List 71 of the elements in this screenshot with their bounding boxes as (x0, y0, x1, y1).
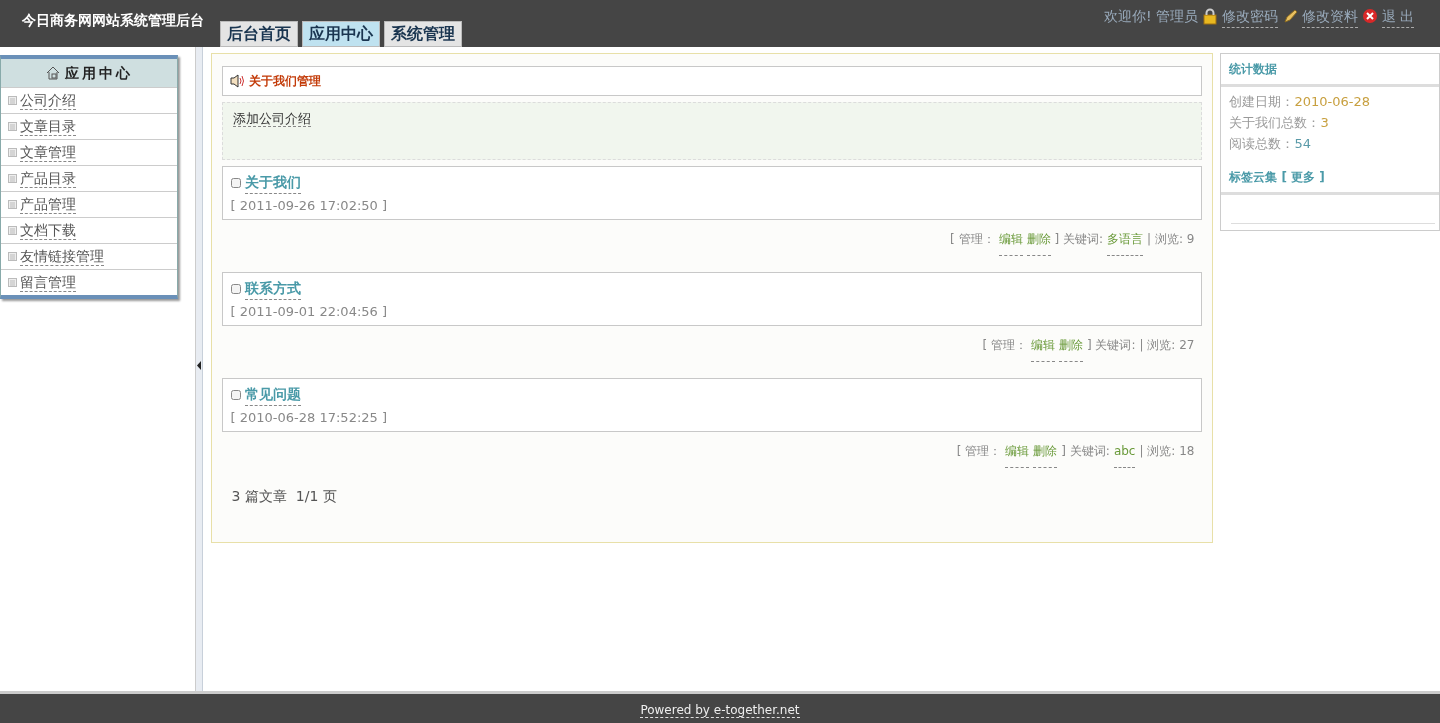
stat-label: 阅读总数： (1229, 135, 1295, 153)
add-link[interactable]: 添加公司介绍 (232, 111, 311, 127)
sidebar-link[interactable]: 产品目录 (20, 169, 76, 188)
manage-label: [ 管理： (956, 443, 1002, 460)
sidebar-link[interactable]: 友情链接管理 (20, 247, 104, 266)
stat-label: 关于我们总数： (1229, 114, 1321, 132)
stat-value: 2010-06-28 (1294, 93, 1370, 111)
header-link[interactable]: 退 出 (1381, 6, 1414, 28)
sidebar-link[interactable]: 文档下载 (20, 221, 76, 240)
view-count: | 浏览: 9 (1147, 231, 1195, 248)
edit-link[interactable]: 编辑 (1005, 442, 1030, 468)
home-icon (45, 65, 61, 81)
pencil-icon (1281, 8, 1298, 25)
section-title: 关于我们管理 (248, 73, 321, 90)
keyword-label: ] 关键词: (1086, 337, 1136, 354)
welcome-text: 欢迎你! (1103, 7, 1152, 26)
bullet-icon (8, 148, 17, 157)
bullet-icon (8, 96, 17, 105)
collapse-arrow-icon (196, 361, 202, 370)
article-link[interactable]: 关于我们 (244, 172, 301, 194)
more-link[interactable]: [ 更多 ] (1281, 168, 1325, 186)
sidebar-link[interactable]: 公司介绍 (20, 91, 76, 110)
bullet-icon (8, 174, 17, 183)
stats-title: 统计数据 (1221, 54, 1439, 87)
article-date: [ 2011-09-01 22:04:56 ] (230, 303, 389, 321)
tags-title: 标签云集 (1229, 169, 1278, 186)
keyword-link[interactable]: abc (1113, 442, 1136, 468)
sidebar-link[interactable]: 留言管理 (20, 273, 76, 292)
article-date: [ 2010-06-28 17:52:25 ] (230, 409, 389, 427)
sidebar-title: 应用中心 (65, 64, 133, 83)
nav-tab[interactable]: 后台首页 (220, 21, 298, 47)
sidebar-link[interactable]: 文章目录 (20, 117, 76, 136)
checkbox-icon (230, 178, 241, 188)
article-date: [ 2011-09-26 17:02:50 ] (230, 197, 389, 215)
bullet-icon (8, 200, 17, 209)
delete-link[interactable]: 删除 (1033, 442, 1058, 468)
manage-label: [ 管理： (982, 337, 1027, 354)
bullet-icon (8, 226, 17, 235)
bullet-icon (8, 122, 17, 131)
nav-tab[interactable]: 应用中心 (302, 21, 380, 47)
keyword-link[interactable]: 多语言 (1107, 230, 1144, 256)
stat-value: 3 (1320, 114, 1329, 132)
nav-tab[interactable]: 系统管理 (384, 21, 462, 47)
speaker-icon (228, 73, 245, 89)
stat-value: 54 (1294, 135, 1311, 153)
pager-text: 3 篇文章 1/1 页 (231, 487, 337, 506)
stat-label: 创建日期： (1229, 93, 1295, 111)
keyword-label: ] 关键词: (1054, 231, 1104, 248)
site-title: 今日商务网网站系统管理后台 (21, 11, 204, 30)
user-name: 管理员 (1155, 7, 1198, 26)
checkbox-icon (230, 284, 241, 294)
header-link[interactable]: 修改密码 (1221, 6, 1278, 28)
edit-link[interactable]: 编辑 (1030, 336, 1055, 362)
bullet-icon (8, 252, 17, 261)
close-icon (1361, 8, 1378, 25)
article-link[interactable]: 常见问题 (244, 384, 301, 406)
edit-link[interactable]: 编辑 (998, 230, 1023, 256)
keyword-label: ] 关键词: (1061, 443, 1110, 460)
delete-link[interactable]: 删除 (1058, 336, 1083, 362)
view-count: | 浏览: 18 (1139, 443, 1195, 460)
sidebar-link[interactable]: 产品管理 (20, 195, 76, 214)
view-count: | 浏览: 27 (1139, 337, 1195, 354)
delete-link[interactable]: 删除 (1026, 230, 1051, 256)
lock-icon (1201, 8, 1218, 25)
manage-label: [ 管理： (950, 231, 995, 248)
checkbox-icon (230, 390, 241, 400)
footer-link[interactable]: Powered by e-together.net (640, 703, 800, 718)
article-link[interactable]: 联系方式 (244, 278, 301, 300)
header-link[interactable]: 修改资料 (1301, 6, 1358, 28)
bullet-icon (8, 278, 17, 287)
sidebar-link[interactable]: 文章管理 (20, 143, 76, 162)
